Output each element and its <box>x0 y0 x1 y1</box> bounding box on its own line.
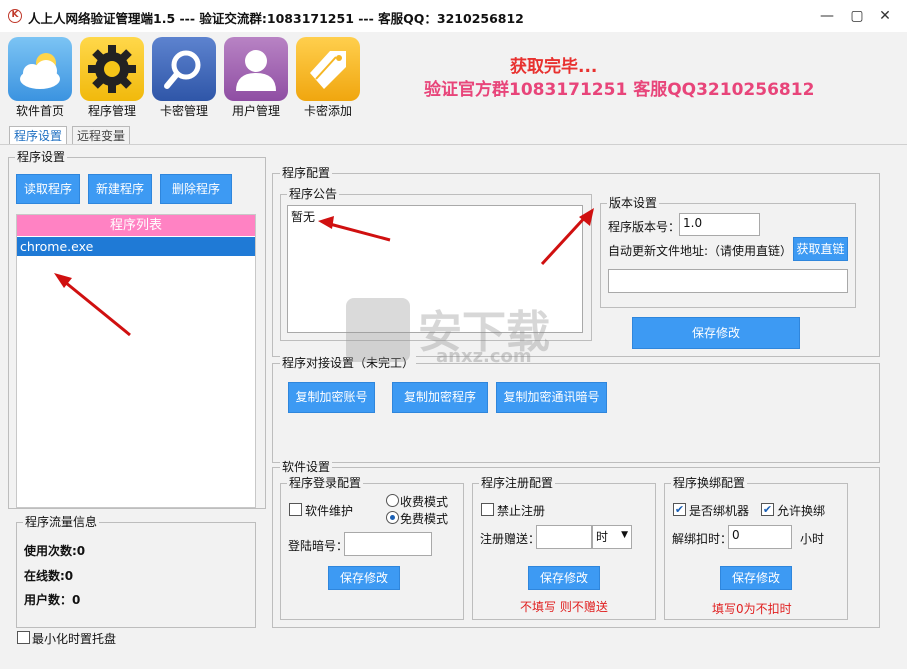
annotation-arrows <box>54 208 594 337</box>
arrow-to-notice <box>318 216 391 242</box>
arrow-to-version <box>540 208 594 266</box>
arrow-to-list <box>54 273 131 337</box>
